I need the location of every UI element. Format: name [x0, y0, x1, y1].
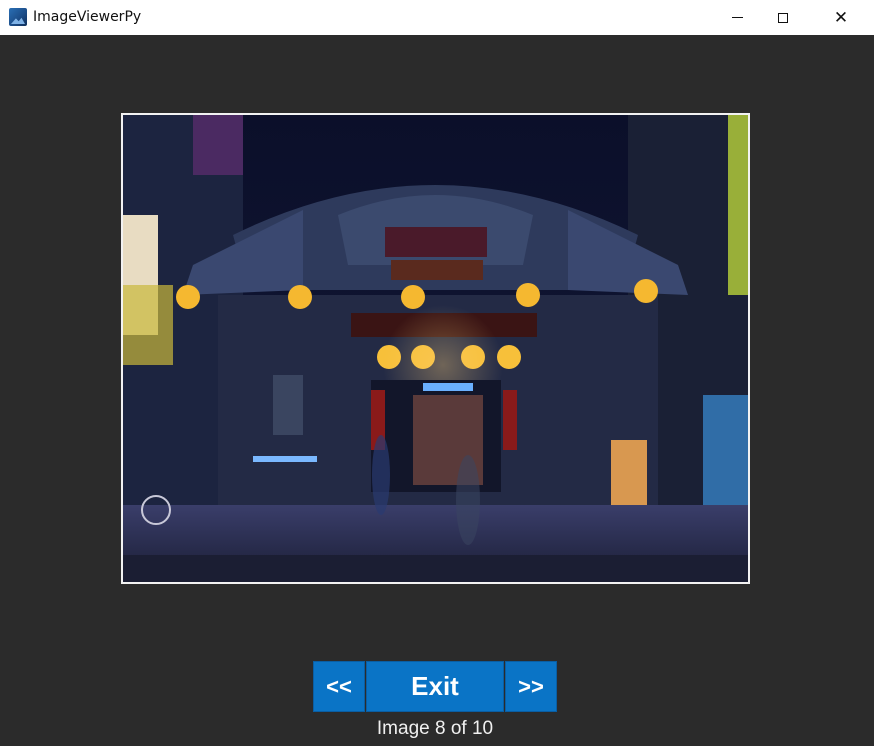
next-button[interactable]: >>: [505, 661, 557, 712]
title-bar: ImageViewerPy ✕: [0, 0, 874, 35]
image-viewer-icon: [9, 8, 27, 26]
image-counter: Image 8 of 10: [376, 718, 494, 739]
minimize-button[interactable]: [714, 0, 760, 35]
previous-button[interactable]: <<: [313, 661, 365, 712]
maximize-icon: [778, 12, 788, 23]
temple-photo: [123, 115, 748, 582]
image-display: [121, 113, 750, 584]
exit-button[interactable]: Exit: [366, 661, 504, 712]
close-button[interactable]: ✕: [818, 0, 864, 35]
close-icon: ✕: [833, 7, 849, 27]
minimize-icon: [731, 17, 743, 18]
maximize-button[interactable]: [760, 0, 806, 35]
window-title: ImageViewerPy: [33, 9, 142, 25]
